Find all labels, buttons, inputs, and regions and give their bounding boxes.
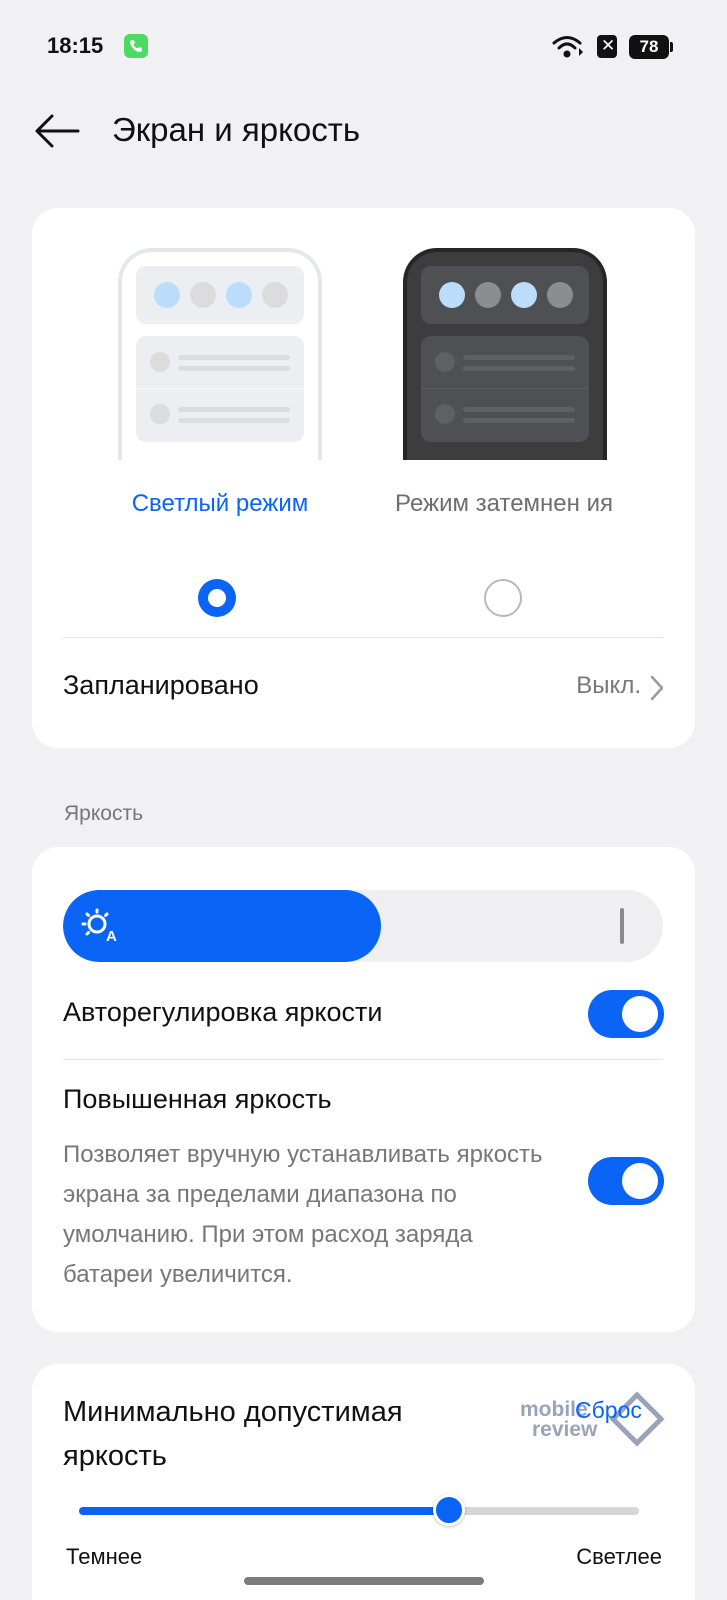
display-mode-card: Светлый режим Режим затемнен ия Запланир…	[32, 208, 695, 748]
auto-brightness-toggle[interactable]	[588, 990, 664, 1038]
brightness-card: A Авторегулировка яркости Повышенная ярк…	[32, 847, 695, 1332]
brightness-slider-marker	[620, 908, 624, 944]
schedule-value: Выкл.	[576, 672, 641, 699]
boost-brightness-description: Позволяет вручную устанавливать яркость …	[63, 1141, 543, 1288]
reset-button[interactable]: Сброс	[575, 1397, 642, 1424]
schedule-label: Запланировано	[63, 670, 259, 700]
home-indicator[interactable]	[244, 1577, 484, 1585]
schedule-row[interactable]: Запланировано Выкл.	[32, 638, 695, 743]
page-title: Экран и яркость	[112, 111, 361, 148]
battery-tip	[670, 42, 673, 52]
phone-call-icon[interactable]	[124, 34, 148, 58]
no-sim-icon: ✕	[597, 35, 617, 58]
status-bar: 18:15 ✕ 78	[0, 0, 727, 90]
chevron-right-icon	[650, 675, 664, 701]
brighter-label: Светлее	[576, 1544, 662, 1569]
battery-icon: 78	[629, 35, 669, 59]
min-brightness-slider-fill	[79, 1507, 449, 1515]
boost-brightness-label: Повышенная яркость	[63, 1084, 332, 1114]
brightness-slider[interactable]: A	[63, 890, 663, 962]
boost-brightness-toggle[interactable]	[588, 1157, 664, 1205]
brightness-section-label: Яркость	[64, 802, 144, 825]
light-mode-radio[interactable]	[198, 579, 236, 617]
min-brightness-card: Минимально допустимая яркость mobile rev…	[32, 1364, 695, 1600]
wifi-icon	[552, 36, 583, 58]
darker-label: Темнее	[66, 1544, 143, 1569]
status-time: 18:15	[47, 33, 104, 58]
min-brightness-title: Минимально допустимая яркость	[63, 1396, 403, 1472]
svg-text:A: A	[106, 928, 117, 944]
min-brightness-slider[interactable]	[79, 1507, 639, 1515]
auto-brightness-sun-icon: A	[81, 908, 117, 944]
dark-mode-preview[interactable]	[403, 248, 607, 460]
dark-mode-label[interactable]: Режим затемнен ия	[384, 484, 624, 524]
divider	[63, 1059, 663, 1060]
light-mode-preview[interactable]	[118, 248, 322, 460]
dark-mode-radio[interactable]	[484, 579, 522, 617]
min-brightness-slider-thumb[interactable]	[433, 1494, 465, 1526]
auto-brightness-label: Авторегулировка яркости	[63, 997, 383, 1027]
back-arrow-icon[interactable]	[34, 113, 80, 149]
light-mode-label[interactable]: Светлый режим	[100, 484, 340, 524]
